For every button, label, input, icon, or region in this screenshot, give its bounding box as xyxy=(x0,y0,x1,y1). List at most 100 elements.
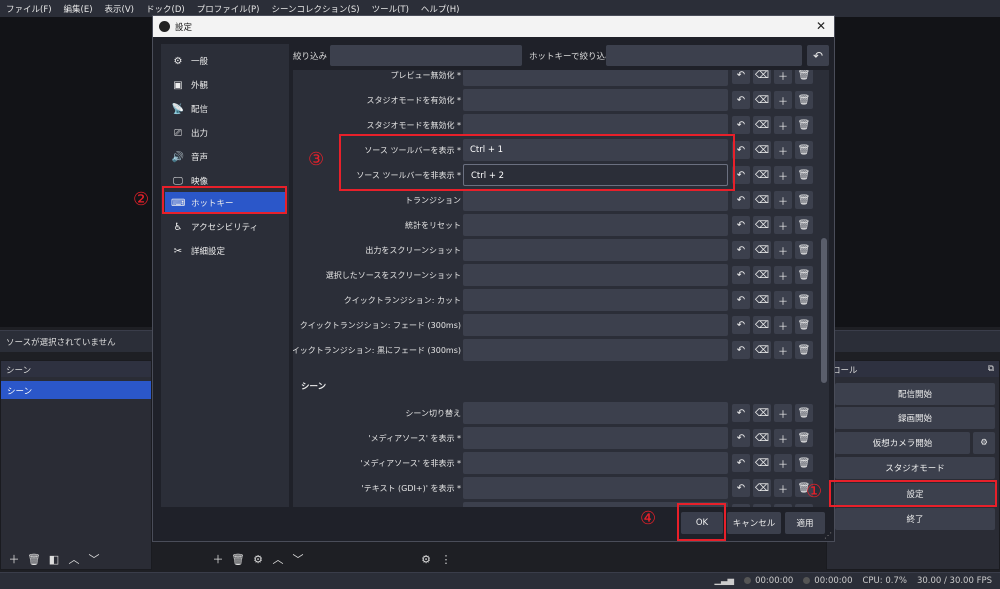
hotkey-input[interactable] xyxy=(463,189,728,211)
trash-icon[interactable]: 🗑 xyxy=(795,70,813,84)
hotkey-input[interactable] xyxy=(463,314,728,336)
backspace-icon[interactable]: ⌫ xyxy=(753,504,771,507)
trash-icon[interactable]: 🗑 xyxy=(795,266,813,284)
sidebar-item-advanced[interactable]: ✂ 詳細設定 xyxy=(165,240,285,262)
backspace-icon[interactable]: ⌫ xyxy=(753,141,771,159)
hotkey-input[interactable] xyxy=(463,214,728,236)
hotkey-input[interactable] xyxy=(463,239,728,261)
menu-dock[interactable]: ドック(D) xyxy=(140,3,191,15)
plus-icon[interactable]: ＋ xyxy=(774,479,792,497)
chevron-down-icon[interactable]: ﹀ xyxy=(290,551,306,567)
backspace-icon[interactable]: ⌫ xyxy=(753,91,771,109)
hotkey-input[interactable] xyxy=(463,89,728,111)
backspace-icon[interactable]: ⌫ xyxy=(753,454,771,472)
backspace-icon[interactable]: ⌫ xyxy=(753,429,771,447)
sidebar-item-general[interactable]: ⚙ 一般 xyxy=(165,50,285,72)
apply-button[interactable]: 適用 xyxy=(785,512,825,534)
plus-icon[interactable]: ＋ xyxy=(774,166,792,184)
hotkey-input[interactable] xyxy=(463,477,728,499)
hotkey-input[interactable] xyxy=(463,289,728,311)
sidebar-item-stream[interactable]: 📡 配信 xyxy=(165,98,285,120)
plus-icon[interactable]: ＋ xyxy=(774,291,792,309)
menu-view[interactable]: 表示(V) xyxy=(99,3,140,15)
sidebar-item-output[interactable]: ⎚ 出力 xyxy=(165,122,285,144)
chevron-up-icon[interactable]: ︿ xyxy=(66,551,82,567)
hotkey-input[interactable] xyxy=(463,339,728,361)
hotkey-input[interactable] xyxy=(463,452,728,474)
undo-icon[interactable]: ↶ xyxy=(732,191,750,209)
chevron-down-icon[interactable]: ﹀ xyxy=(86,551,102,567)
undo-icon[interactable]: ↶ xyxy=(732,291,750,309)
start-stream-button[interactable]: 配信開始 xyxy=(835,383,995,405)
undo-icon[interactable]: ↶ xyxy=(732,91,750,109)
undo-icon[interactable]: ↶ xyxy=(732,116,750,134)
menu-file[interactable]: ファイル(F) xyxy=(0,3,58,15)
trash-icon[interactable]: 🗑 xyxy=(795,216,813,234)
resize-grip-icon[interactable]: ⋰ xyxy=(824,531,832,540)
sidebar-item-accessibility[interactable]: ♿ アクセシビリティ xyxy=(165,216,285,238)
plus-icon[interactable]: ＋ xyxy=(774,504,792,507)
undo-icon[interactable]: ↶ xyxy=(732,266,750,284)
backspace-icon[interactable]: ⌫ xyxy=(753,266,771,284)
add-scene-button[interactable]: ＋ xyxy=(6,551,22,567)
menu-tools[interactable]: ツール(T) xyxy=(366,3,415,15)
scrollbar[interactable] xyxy=(821,70,827,507)
backspace-icon[interactable]: ⌫ xyxy=(753,70,771,84)
plus-icon[interactable]: ＋ xyxy=(774,141,792,159)
trash-icon[interactable]: 🗑 xyxy=(795,316,813,334)
exit-button[interactable]: 終了 xyxy=(835,508,995,530)
plus-icon[interactable]: ＋ xyxy=(774,454,792,472)
undo-icon[interactable]: ↶ xyxy=(732,341,750,359)
plus-icon[interactable]: ＋ xyxy=(774,404,792,422)
trash-icon[interactable]: 🗑 xyxy=(795,116,813,134)
menu-edit[interactable]: 編集(E) xyxy=(58,3,99,15)
scene-list-item[interactable]: シーン xyxy=(1,381,151,399)
backspace-icon[interactable]: ⌫ xyxy=(753,216,771,234)
plus-icon[interactable]: ＋ xyxy=(774,316,792,334)
plus-icon[interactable]: ＋ xyxy=(774,116,792,134)
undo-icon[interactable]: ↶ xyxy=(732,241,750,259)
trash-icon[interactable]: 🗑 xyxy=(795,454,813,472)
trash-icon[interactable]: 🗑 xyxy=(795,341,813,359)
gear-icon[interactable]: ⚙ xyxy=(418,551,434,567)
undo-icon[interactable]: ↶ xyxy=(732,316,750,334)
filter-input[interactable] xyxy=(330,45,522,66)
hotkey-input[interactable] xyxy=(463,402,728,424)
hotkey-input[interactable] xyxy=(463,114,728,136)
studio-mode-button[interactable]: スタジオモード xyxy=(835,457,995,479)
virtual-camera-button[interactable]: 仮想カメラ開始 xyxy=(835,432,970,454)
undo-icon[interactable]: ↶ xyxy=(732,70,750,84)
add-source-button[interactable]: ＋ xyxy=(210,551,226,567)
trash-icon[interactable]: 🗑 xyxy=(795,429,813,447)
undock-icon[interactable]: ⧉ xyxy=(988,364,994,374)
trash-icon[interactable]: 🗑 xyxy=(230,551,246,567)
trash-icon[interactable]: 🗑 xyxy=(795,166,813,184)
trash-icon[interactable]: 🗑 xyxy=(795,191,813,209)
backspace-icon[interactable]: ⌫ xyxy=(753,191,771,209)
menu-profile[interactable]: プロファイル(P) xyxy=(191,3,266,15)
backspace-icon[interactable]: ⌫ xyxy=(753,241,771,259)
chevron-up-icon[interactable]: ︿ xyxy=(270,551,286,567)
undo-icon[interactable]: ↶ xyxy=(807,45,829,66)
backspace-icon[interactable]: ⌫ xyxy=(753,166,771,184)
start-record-button[interactable]: 録画開始 xyxy=(835,407,995,429)
backspace-icon[interactable]: ⌫ xyxy=(753,316,771,334)
trash-icon[interactable]: 🗑 xyxy=(795,241,813,259)
hotkey-input[interactable] xyxy=(463,70,728,86)
more-icon[interactable]: ⋮ xyxy=(438,551,454,567)
trash-icon[interactable]: 🗑 xyxy=(795,404,813,422)
menu-help[interactable]: ヘルプ(H) xyxy=(415,3,466,15)
trash-icon[interactable]: 🗑 xyxy=(795,141,813,159)
hotkey-input[interactable] xyxy=(463,264,728,286)
sidebar-item-appearance[interactable]: ▣ 外観 xyxy=(165,74,285,96)
hotkey-input[interactable] xyxy=(463,427,728,449)
trash-icon[interactable]: 🗑 xyxy=(795,91,813,109)
undo-icon[interactable]: ↶ xyxy=(732,216,750,234)
undo-icon[interactable]: ↶ xyxy=(732,404,750,422)
plus-icon[interactable]: ＋ xyxy=(774,241,792,259)
backspace-icon[interactable]: ⌫ xyxy=(753,291,771,309)
plus-icon[interactable]: ＋ xyxy=(774,429,792,447)
undo-icon[interactable]: ↶ xyxy=(732,429,750,447)
gear-icon[interactable]: ⚙ xyxy=(250,551,266,567)
plus-icon[interactable]: ＋ xyxy=(774,341,792,359)
